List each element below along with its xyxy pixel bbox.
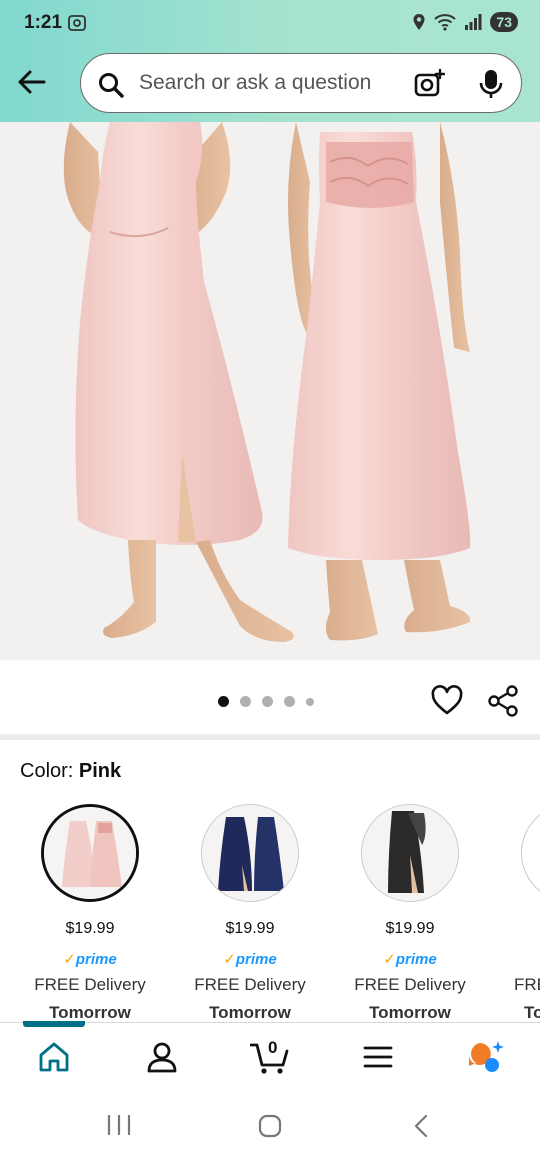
prime-label: prime — [235, 951, 277, 968]
carousel-dot[interactable] — [240, 696, 251, 707]
image-controls — [0, 660, 540, 736]
swatch-navy-image — [202, 805, 298, 901]
product-image[interactable] — [0, 122, 540, 660]
home-button-icon[interactable] — [258, 1114, 282, 1138]
swatch-image[interactable] — [201, 804, 299, 902]
prime-badge: ✓prime — [10, 950, 170, 968]
camera-search-icon[interactable] — [413, 68, 445, 100]
delivery-text: FREE Delivery — [354, 975, 466, 994]
prime-check-icon: ✓ — [223, 951, 236, 968]
microphone-icon[interactable] — [477, 68, 505, 100]
battery-level: 73 — [496, 14, 512, 30]
swatch-black-image — [362, 805, 458, 901]
header: 1:21 73 — [0, 0, 540, 122]
delivery-date: Tomorrow — [209, 1003, 291, 1022]
prime-check-icon: ✓ — [63, 951, 76, 968]
swatch-image[interactable] — [361, 804, 459, 902]
swatch-price: $19.99 — [65, 920, 115, 937]
menu-icon[interactable] — [360, 1039, 396, 1075]
carousel-dot[interactable] — [284, 696, 295, 707]
battery-indicator: 73 — [490, 12, 518, 32]
prime-badge: ✓prime — [170, 950, 330, 968]
cart-count-badge: 0 — [268, 1038, 278, 1057]
prime-badge: ✓prime — [330, 950, 490, 968]
status-time: 1:21 — [24, 12, 63, 33]
carousel-dot[interactable] — [306, 697, 314, 706]
status-right-icons: 73 — [412, 12, 518, 32]
rufus-icon[interactable] — [466, 1039, 506, 1075]
wifi-icon — [434, 14, 457, 31]
search-input[interactable] — [139, 64, 399, 102]
screenshot-icon — [68, 15, 86, 31]
prime-label: prime — [75, 951, 117, 968]
color-selected-value: Pink — [78, 760, 122, 782]
color-label: Color: Pink — [20, 760, 121, 783]
delivery-date: To — [524, 1003, 540, 1022]
prime-label: prime — [395, 951, 437, 968]
color-label-prefix: Color: — [20, 760, 79, 782]
delivery-date: Tomorrow — [49, 1003, 131, 1022]
account-icon[interactable] — [144, 1039, 180, 1075]
delivery-date: Tomorrow — [369, 1003, 451, 1022]
recent-apps-icon[interactable] — [106, 1114, 132, 1136]
swatch-pink-image — [44, 807, 136, 899]
color-swatches: $19.99 ✓prime FREE Delivery Tomorrow $19… — [0, 800, 540, 1022]
swatch-price: $19.99 — [225, 920, 275, 937]
carousel-dot[interactable] — [262, 696, 273, 707]
search-bar[interactable] — [80, 53, 522, 113]
swatch-image[interactable] — [521, 804, 540, 902]
back-button-icon[interactable] — [410, 1114, 432, 1138]
signal-icon — [465, 14, 482, 30]
prime-check-icon: ✓ — [383, 951, 396, 968]
delivery-text: FRE — [514, 975, 540, 994]
carousel-dot[interactable] — [218, 696, 229, 707]
heart-icon[interactable] — [430, 684, 464, 718]
location-icon — [413, 14, 425, 30]
delivery-text: FREE Delivery — [34, 975, 146, 994]
home-icon[interactable] — [36, 1039, 72, 1075]
carousel-dots[interactable] — [218, 696, 314, 707]
product-photo — [63, 122, 471, 642]
status-bar: 1:21 73 — [0, 0, 540, 48]
search-icon — [99, 73, 124, 98]
system-nav-bar — [0, 1088, 540, 1158]
back-arrow-icon[interactable] — [14, 64, 50, 100]
section-divider — [0, 734, 540, 740]
nav-active-indicator — [23, 1021, 85, 1027]
delivery-text: FREE Delivery — [194, 975, 306, 994]
swatch-price: $19.99 — [385, 920, 435, 937]
share-icon[interactable] — [486, 684, 520, 718]
swatch-image[interactable] — [41, 804, 139, 902]
